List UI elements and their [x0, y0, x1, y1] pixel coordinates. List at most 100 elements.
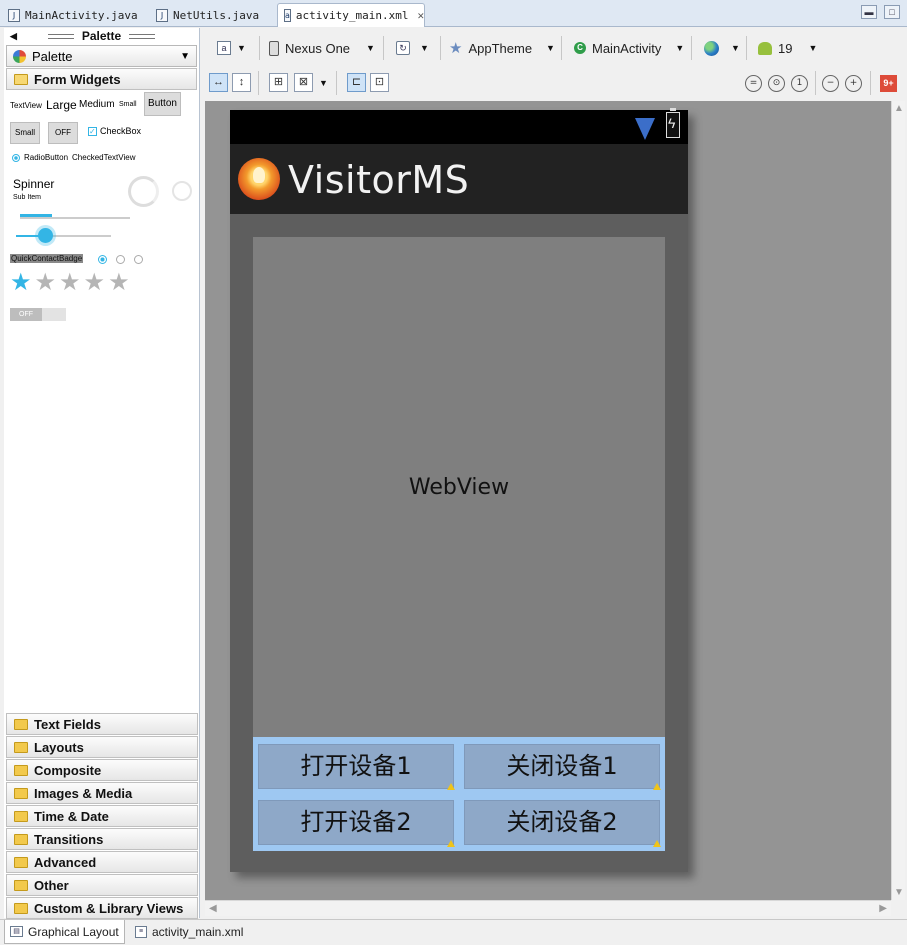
widget-toggle-button[interactable]: OFF — [48, 122, 78, 144]
switch-thumb: OFF — [10, 308, 42, 321]
layout-config-dropdown[interactable]: a ▼ — [217, 38, 246, 58]
distribute-weights-icon[interactable]: ⊠ — [294, 73, 313, 92]
progressbar-fill — [20, 214, 52, 217]
widget-ratingbar[interactable]: ★ ★ ★ ★ ★ — [10, 271, 130, 295]
section-images-media[interactable]: Images & Media — [6, 782, 198, 804]
radio-unchecked-icon[interactable] — [134, 255, 143, 264]
palette-selector[interactable]: Palette ▼ — [6, 45, 197, 67]
star-empty-icon[interactable]: ★ — [84, 271, 106, 295]
section-label: Layouts — [34, 739, 84, 755]
widget-checkbox[interactable]: ✓ CheckBox — [88, 126, 141, 136]
editor-bottom-tabs: ▤ Graphical Layout ≡ activity_main.xml — [0, 919, 907, 945]
section-advanced[interactable]: Advanced — [6, 851, 198, 873]
widget-switch[interactable]: OFF — [10, 308, 66, 321]
widget-spinner[interactable]: Spinner — [13, 177, 54, 191]
editor-tab-mainactivity[interactable]: J MainActivity.java — [2, 3, 144, 27]
maximize-button[interactable]: □ — [884, 5, 900, 19]
zoom-in-icon[interactable]: + — [845, 75, 862, 92]
close-icon[interactable]: ✕ — [418, 9, 425, 22]
toolbar-separator — [383, 36, 384, 60]
star-filled-icon[interactable]: ★ — [10, 271, 32, 295]
open-device-2-button[interactable]: 打开设备2 — [258, 800, 454, 845]
vertical-scrollbar[interactable]: ▲ ▼ — [891, 101, 905, 900]
webview[interactable]: WebView — [253, 237, 665, 737]
chevron-down-icon: ▼ — [731, 43, 740, 53]
zoom-100-icon[interactable]: 1 — [791, 75, 808, 92]
scroll-right-icon[interactable]: ▶ — [879, 903, 887, 914]
progress-large-icon[interactable] — [128, 176, 159, 207]
tab-xml-source[interactable]: ≡ activity_main.xml — [130, 920, 248, 944]
toggle-fill-height-icon[interactable]: ↕ — [232, 73, 251, 92]
checked-textview-label: CheckedTextView — [72, 153, 136, 162]
editor-tab-netutils[interactable]: J NetUtils.java — [150, 3, 265, 27]
widget-medium-text[interactable]: Medium — [79, 99, 115, 110]
tab-graphical-layout[interactable]: ▤ Graphical Layout — [4, 920, 125, 944]
warning-icon[interactable] — [653, 840, 661, 847]
star-empty-icon[interactable]: ★ — [108, 271, 130, 295]
chevron-down-icon[interactable]: ▼ — [319, 78, 328, 88]
star-empty-icon[interactable]: ★ — [59, 271, 81, 295]
clip-to-screen-icon[interactable]: ⊡ — [370, 73, 389, 92]
close-device-2-button[interactable]: 关闭设备2 — [464, 800, 660, 845]
scroll-up-icon[interactable]: ▲ — [894, 103, 904, 114]
widget-radio-row[interactable]: RadioButton CheckedTextView — [12, 153, 135, 162]
zoom-out-icon[interactable]: − — [822, 75, 839, 92]
section-time-date[interactable]: Time & Date — [6, 805, 198, 827]
activity-label: MainActivity — [592, 40, 662, 56]
toolbar-separator — [815, 71, 816, 95]
seekbar-thumb-icon[interactable] — [38, 228, 53, 243]
progress-small-icon[interactable] — [172, 181, 192, 201]
drag-handle-icon[interactable] — [129, 33, 156, 39]
button-container[interactable]: 打开设备1 关闭设备1 打开设备2 关闭设备2 — [253, 737, 665, 851]
tab-label: NetUtils.java — [173, 8, 260, 22]
widget-button[interactable]: Button — [144, 92, 181, 116]
scroll-down-icon[interactable]: ▼ — [894, 887, 904, 898]
lint-warnings-badge[interactable]: 9+ — [880, 75, 897, 92]
device-dropdown[interactable]: Nexus One ▼ — [269, 38, 375, 58]
canvas-toolbar: ↔ ↕ ⊞ ⊠ ▼ ⊏ ⊡ = ⊙ 1 − + 9+ — [203, 67, 907, 99]
chevron-down-icon: ▼ — [675, 43, 685, 53]
warning-icon[interactable] — [653, 783, 661, 790]
widget-quickcontactbadge[interactable]: QuickContactBadge — [10, 254, 84, 263]
toggle-fill-width-icon[interactable]: ↔ — [209, 73, 228, 92]
horizontal-scrollbar[interactable]: ◀ ▶ — [205, 900, 891, 916]
star-empty-icon[interactable]: ★ — [35, 271, 57, 295]
progressbar-horizontal[interactable] — [20, 217, 130, 219]
drag-handle-icon[interactable] — [47, 33, 74, 39]
widget-large-text[interactable]: Large — [46, 98, 77, 112]
radio-checked-icon[interactable] — [98, 255, 107, 264]
section-transitions[interactable]: Transitions — [6, 828, 198, 850]
warning-icon[interactable] — [447, 840, 455, 847]
warning-icon[interactable] — [447, 783, 455, 790]
chevron-down-icon[interactable]: ▼ — [180, 51, 190, 62]
editor-tab-activity-main[interactable]: a activity_main.xml ✕ — [277, 3, 425, 27]
scroll-left-icon[interactable]: ◀ — [209, 903, 217, 914]
open-device-1-button[interactable]: 打开设备1 — [258, 744, 454, 789]
section-other[interactable]: Other — [6, 874, 198, 896]
section-custom-library-views[interactable]: Custom & Library Views — [6, 897, 198, 919]
widget-textview[interactable]: TextView — [10, 101, 42, 110]
emulate-real-size-icon[interactable]: = — [745, 75, 762, 92]
close-device-1-button[interactable]: 关闭设备1 — [464, 744, 660, 789]
layout-canvas[interactable]: VisitorMS WebView 打开设备1 关闭设备1 打开设备2 关闭设备… — [205, 101, 891, 900]
collapse-arrow-icon[interactable]: ◀ — [10, 31, 17, 42]
section-layouts[interactable]: Layouts — [6, 736, 198, 758]
zoom-to-fit-icon[interactable]: ⊙ — [768, 75, 785, 92]
section-form-widgets[interactable]: Form Widgets — [6, 68, 197, 90]
margins-icon[interactable]: ⊞ — [269, 73, 288, 92]
activity-dropdown[interactable]: C MainActivity ▼ — [574, 38, 684, 58]
toolbar-separator — [870, 71, 871, 95]
widget-small-text[interactable]: Small — [119, 101, 137, 108]
radio-unchecked-icon[interactable] — [116, 255, 125, 264]
api-level-dropdown[interactable]: 19 ▼ — [758, 38, 817, 58]
minimize-button[interactable]: ▬ — [861, 5, 877, 19]
show-layout-bounds-icon[interactable]: ⊏ — [347, 73, 366, 92]
section-composite[interactable]: Composite — [6, 759, 198, 781]
theme-dropdown[interactable]: ★ AppTheme ▼ — [449, 38, 555, 58]
section-text-fields[interactable]: Text Fields — [6, 713, 198, 735]
xml-file-icon: ≡ — [135, 926, 147, 938]
widget-small-button[interactable]: Small — [10, 122, 40, 144]
locale-dropdown[interactable]: ▼ — [704, 38, 740, 58]
toolbar-separator — [561, 36, 562, 60]
orientation-dropdown[interactable]: ↻ ▼ — [396, 38, 429, 58]
